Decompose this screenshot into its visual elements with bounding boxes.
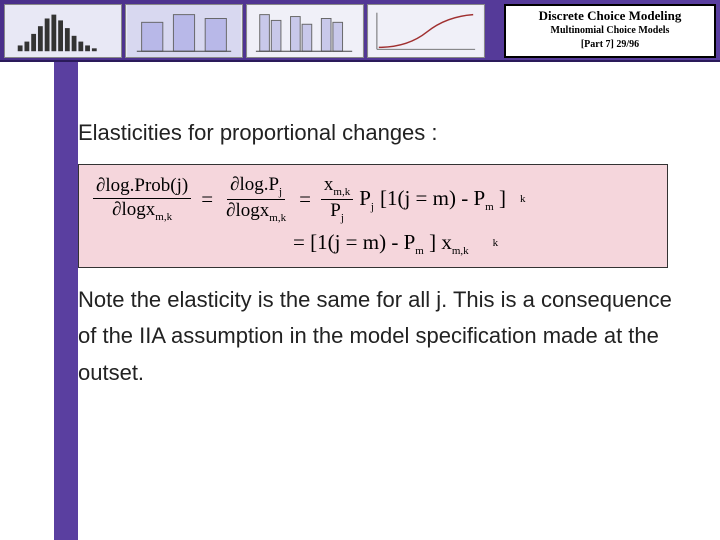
grouped-bars-thumb	[246, 4, 364, 58]
barchart-thumb	[125, 4, 243, 58]
equals-1: =	[197, 187, 217, 212]
mid-fraction: ∂log.Pj ∂logxm,k	[223, 175, 289, 224]
title-part: [Part 7] 29/96	[512, 39, 708, 50]
rhs-fraction: xm,k Pj	[321, 175, 353, 224]
title-sub: Multinomial Choice Models	[512, 25, 708, 36]
content-heading: Elasticities for proportional changes :	[78, 120, 698, 146]
histogram-thumb	[4, 4, 122, 58]
trail-sub-2: k	[493, 237, 499, 249]
title-main: Discrete Choice Modeling	[512, 8, 708, 24]
chart-thumbnails	[4, 4, 485, 58]
slide-content: Elasticities for proportional changes : …	[78, 120, 698, 391]
slide-header: Discrete Choice Modeling Multinomial Cho…	[0, 0, 720, 62]
rhs-Pj: Pj	[359, 186, 374, 213]
formula-line-1: ∂log.Prob(j) ∂logxm,k = ∂log.Pj ∂logxm,k…	[93, 175, 653, 224]
formula-box: ∂log.Prob(j) ∂logxm,k = ∂log.Pj ∂logxm,k…	[78, 164, 668, 268]
formula-line-2: = [1(j = m) - Pm ] xm,k k	[93, 230, 653, 257]
left-sidebar	[0, 62, 54, 540]
title-box: Discrete Choice Modeling Multinomial Cho…	[504, 4, 716, 58]
equals-2: =	[295, 187, 315, 212]
trail-sub-1: k	[520, 193, 526, 205]
curve-thumb	[367, 4, 485, 58]
note-text: Note the elasticity is the same for all …	[78, 282, 678, 391]
accent-band	[54, 62, 78, 540]
rhs-bracket: [1(j = m) - Pm ]	[380, 186, 506, 213]
lhs-fraction: ∂log.Prob(j) ∂logxm,k	[93, 176, 191, 223]
